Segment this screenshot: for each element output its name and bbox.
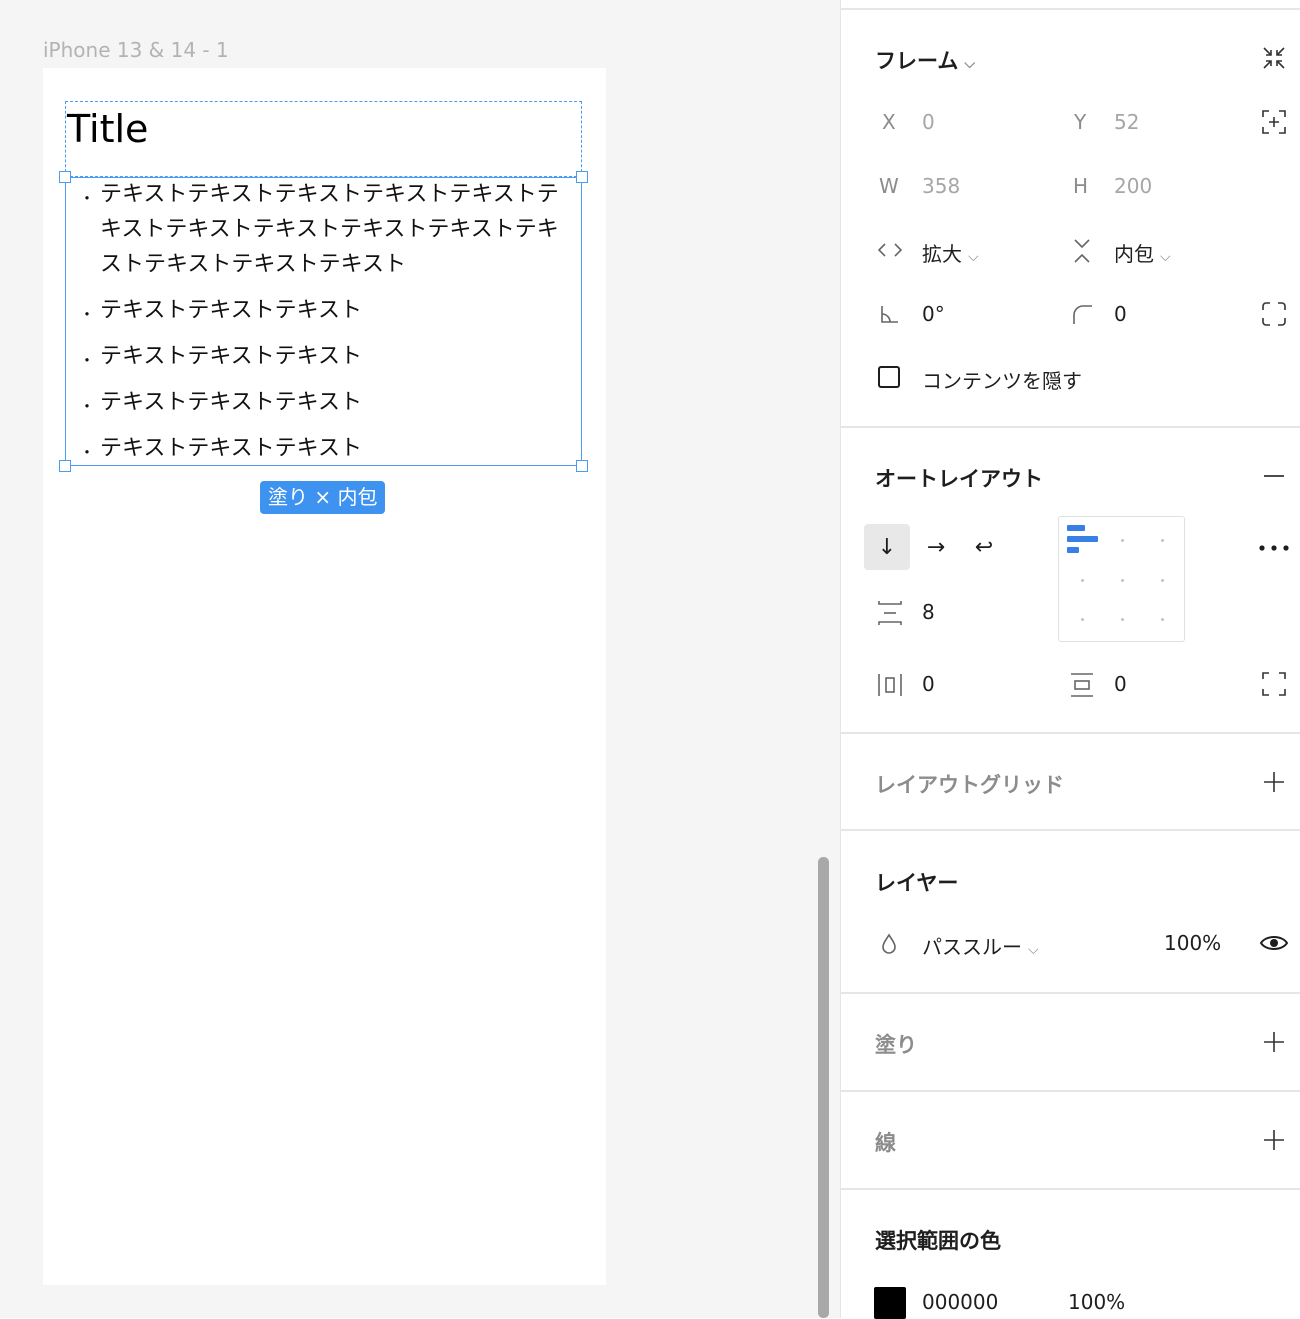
divider (841, 1188, 1300, 1190)
vertical-resizing-value: 内包 (1114, 242, 1154, 266)
align-dot[interactable] (1081, 579, 1084, 582)
bullet-marker: ・ (79, 397, 96, 416)
size-badge: 塗り × 内包 (260, 481, 386, 514)
resize-handle-bottom-left[interactable] (59, 460, 71, 472)
h-label: H (1073, 174, 1089, 198)
h-input[interactable]: 200 (1114, 174, 1152, 198)
direction-horizontal-button[interactable]: → (913, 524, 959, 570)
y-input[interactable]: 52 (1114, 110, 1139, 134)
divider (841, 732, 1300, 734)
auto-layout-section-title: オートレイアウト (875, 467, 1043, 491)
remove-auto-layout-icon[interactable] (1262, 464, 1286, 491)
more-options-icon[interactable] (1257, 536, 1291, 563)
rotation-input[interactable]: 0° (922, 302, 945, 326)
layer-opacity-input[interactable]: 100% (1164, 931, 1221, 955)
fill-section-title: 塗り (875, 1033, 917, 1057)
w-label: W (879, 174, 899, 198)
color-opacity-input[interactable]: 100% (1068, 1290, 1125, 1314)
horizontal-padding-icon (877, 672, 903, 701)
wrap-icon: ↩ (974, 534, 994, 560)
align-bar (1067, 536, 1098, 542)
blend-mode-drop-icon (880, 933, 898, 958)
frame-section-label: フレーム (875, 49, 959, 73)
align-bar (1067, 547, 1079, 553)
layout-grid-section-title: レイアウトグリッド (875, 773, 1064, 797)
independent-corners-icon[interactable] (1261, 301, 1287, 330)
eye-icon[interactable] (1259, 933, 1289, 956)
align-dot[interactable] (1081, 618, 1084, 621)
individual-padding-icon[interactable] (1261, 671, 1287, 700)
divider (841, 992, 1300, 994)
design-canvas[interactable]: iPhone 13 & 14 - 1 Title ・ テキストテキストテキストテ… (0, 0, 840, 1318)
clip-content-label: コンテンツを隠す (922, 369, 1082, 393)
vertical-padding-input[interactable]: 0 (1114, 672, 1127, 696)
direction-wrap-button[interactable]: ↩ (961, 524, 1007, 570)
horizontal-resizing-select[interactable]: 拡大 ⌵ (922, 238, 979, 267)
divider (841, 829, 1300, 831)
horizontal-resizing-value: 拡大 (922, 242, 962, 266)
bullet-marker: ・ (79, 351, 96, 370)
align-dot[interactable] (1161, 539, 1164, 542)
add-stroke-icon[interactable] (1262, 1128, 1286, 1155)
vertical-padding-icon (1069, 672, 1095, 701)
blend-mode-select[interactable]: パススルー ⌵ (922, 931, 1039, 960)
align-dot[interactable] (1121, 579, 1124, 582)
x-input[interactable]: 0 (922, 110, 935, 134)
align-dot[interactable] (1121, 539, 1124, 542)
corner-radius-icon (1071, 303, 1093, 328)
bullet-marker: ・ (79, 305, 96, 324)
alignment-grid[interactable] (1058, 516, 1185, 642)
divider (841, 1090, 1300, 1092)
list-item[interactable]: テキストテキストテキスト (100, 431, 578, 466)
frame-name-label[interactable]: iPhone 13 & 14 - 1 (43, 38, 229, 62)
color-hex-input[interactable]: 000000 (922, 1290, 998, 1314)
layer-section-title: レイヤー (875, 871, 959, 895)
add-layout-grid-icon[interactable] (1262, 770, 1286, 797)
position-target-icon[interactable] (1261, 109, 1287, 138)
arrow-right-icon: → (926, 534, 946, 560)
clip-content-checkbox[interactable] (878, 366, 900, 388)
horizontal-resize-icon (877, 240, 903, 263)
corner-radius-input[interactable]: 0 (1114, 302, 1127, 326)
chevron-down-icon: ⌵ (964, 56, 975, 72)
list-item[interactable]: テキストテキストテキスト (100, 293, 578, 328)
align-dot[interactable] (1161, 618, 1164, 621)
blend-mode-value: パススルー (922, 935, 1022, 959)
title-text-layer[interactable]: Title (67, 107, 148, 151)
chevron-down-icon: ⌵ (1160, 249, 1171, 265)
align-dot[interactable] (1121, 618, 1124, 621)
arrow-down-icon: ↓ (877, 534, 897, 560)
vertical-resizing-select[interactable]: 内包 ⌵ (1114, 238, 1171, 267)
w-input[interactable]: 358 (922, 174, 960, 198)
color-swatch[interactable] (874, 1287, 906, 1319)
stroke-section-title: 線 (875, 1131, 896, 1155)
y-label: Y (1074, 110, 1087, 134)
horizontal-padding-input[interactable]: 0 (922, 672, 935, 696)
canvas-scrollbar[interactable] (818, 857, 829, 1318)
resize-handle-top-left[interactable] (59, 171, 71, 183)
list-item[interactable]: テキストテキストテキスト (100, 339, 578, 374)
bullet-marker: ・ (79, 189, 96, 208)
add-fill-icon[interactable] (1262, 1030, 1286, 1057)
bullet-marker: ・ (79, 443, 96, 462)
vertical-resize-icon (1071, 238, 1093, 267)
gap-icon (877, 599, 903, 630)
divider (841, 426, 1300, 428)
rotation-icon (879, 303, 901, 328)
align-dot[interactable] (1161, 579, 1164, 582)
properties-panel (840, 0, 1300, 1318)
list-item[interactable]: テキストテキストテキストテキストテキストテキストテキストテキストテキストテキスト… (100, 177, 578, 282)
frame-section-title[interactable]: フレーム ⌵ (875, 45, 975, 75)
chevron-down-icon: ⌵ (1028, 942, 1039, 958)
gap-input[interactable]: 8 (922, 600, 935, 624)
chevron-down-icon: ⌵ (968, 249, 979, 265)
align-bar (1067, 525, 1085, 531)
collapse-icon[interactable] (1261, 45, 1287, 74)
list-item[interactable]: テキストテキストテキスト (100, 385, 578, 420)
divider (841, 8, 1300, 10)
direction-vertical-button[interactable]: ↓ (864, 524, 910, 570)
x-label: X (882, 110, 896, 134)
selection-colors-section-title: 選択範囲の色 (875, 1229, 1001, 1253)
